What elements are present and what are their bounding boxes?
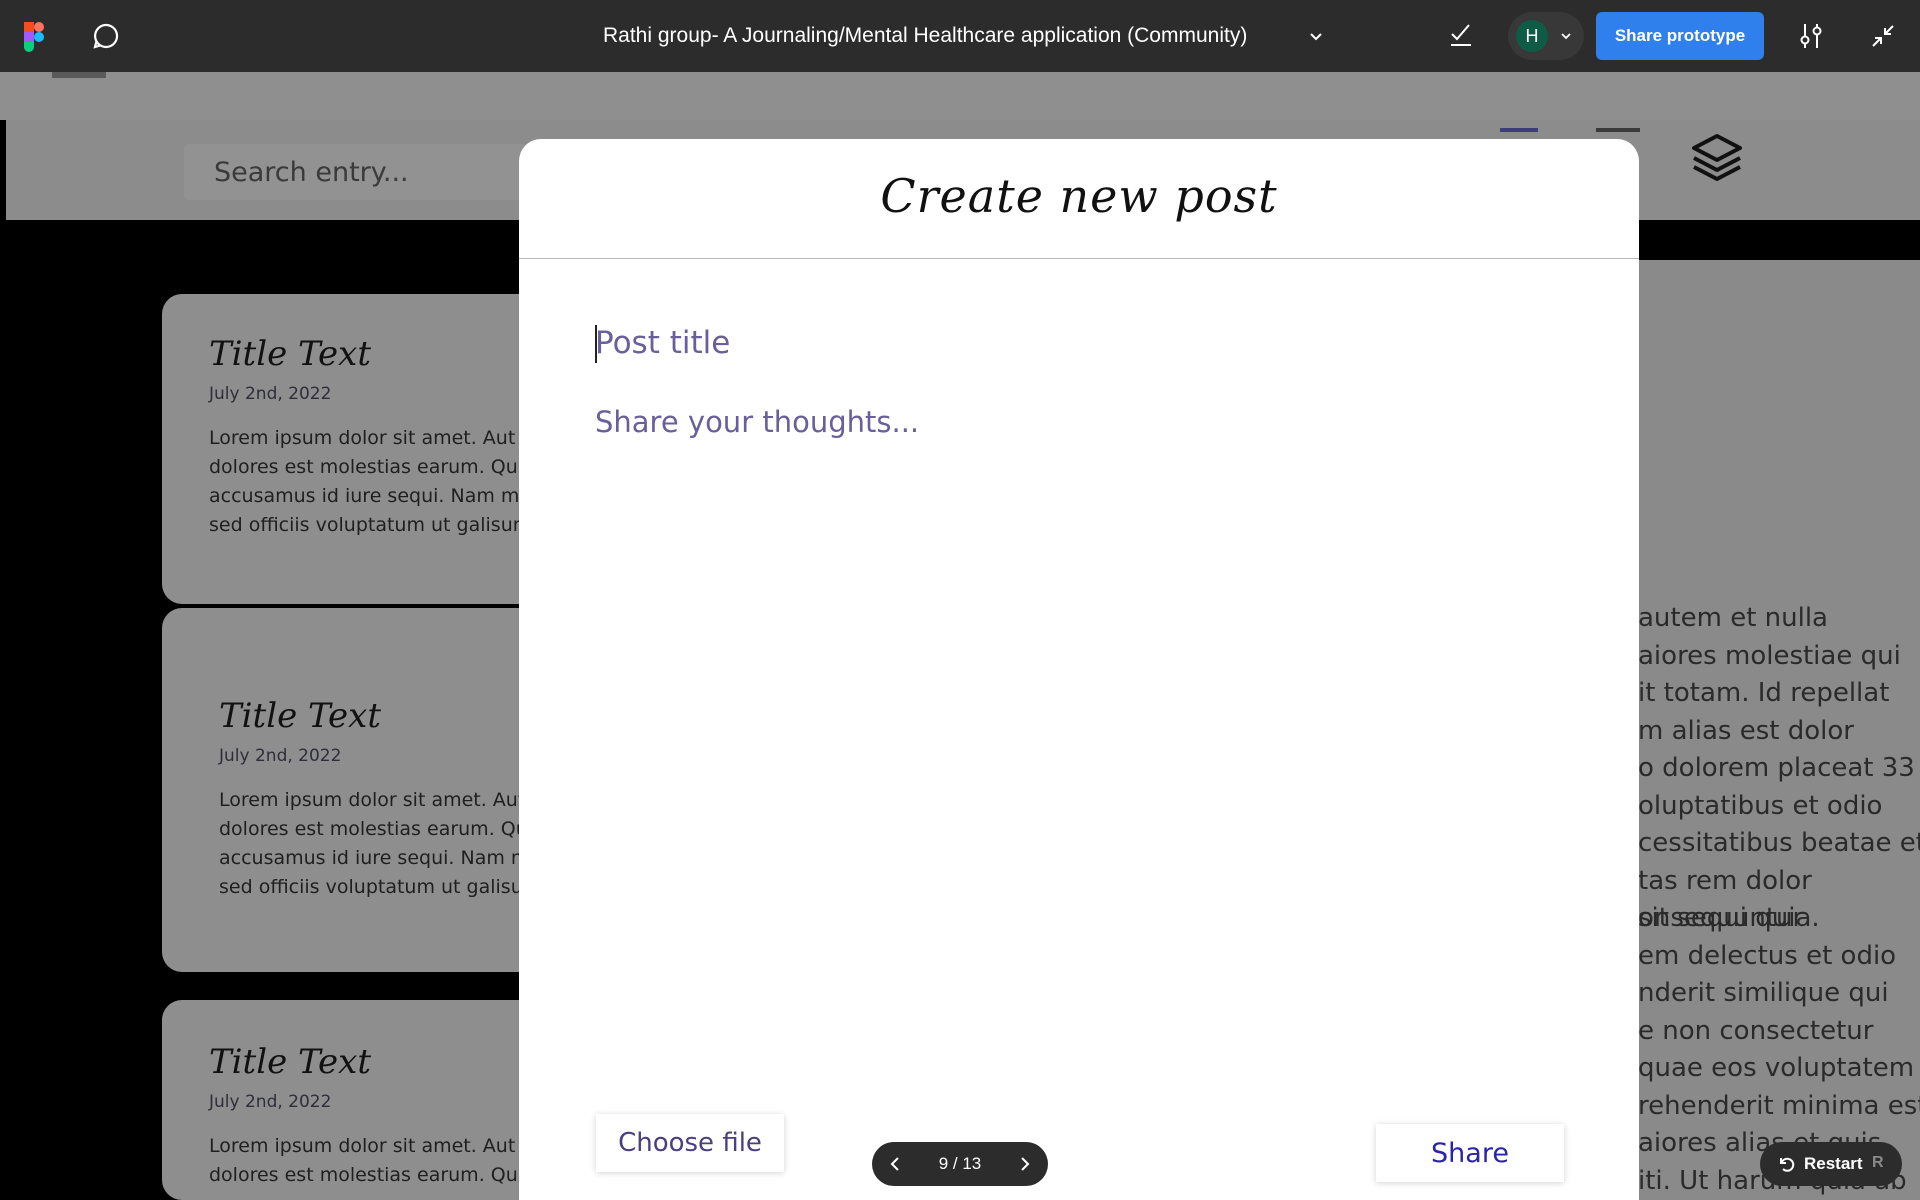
comment-icon[interactable] xyxy=(92,22,120,50)
post-body-textarea[interactable] xyxy=(595,405,1555,1005)
background-text-line: cessitatibus beatae et xyxy=(1638,828,1920,858)
background-text-line: it totam. Id repellat xyxy=(1638,678,1890,708)
background-text-line: quae eos voluptatem xyxy=(1638,1053,1915,1083)
journal-card: Title Text July 2nd, 2022 Lorem ipsum do… xyxy=(162,1000,542,1200)
modal-title: Create new post xyxy=(880,169,1278,223)
post-title-input[interactable] xyxy=(595,321,1295,365)
restart-label: Restart xyxy=(1804,1154,1863,1173)
background-text-line: onsequuntur xyxy=(1638,903,1804,933)
background-text-line: e non consectetur xyxy=(1638,1015,1874,1046)
modal-header: Create new post xyxy=(519,139,1639,259)
background-entry-text: autem et nulla aiores molestiae qui it t… xyxy=(1638,260,1920,1200)
background-header-strip xyxy=(0,72,1920,120)
card-title: Title Text xyxy=(209,1042,372,1082)
background-text-line: aiores molestiae qui xyxy=(1638,640,1901,671)
share-button[interactable]: Share xyxy=(1376,1124,1564,1182)
background-text-line: tas rem dolor xyxy=(1638,865,1812,896)
background-text-line: rehenderit minima est xyxy=(1638,1090,1920,1121)
card-body-line: Lorem ipsum dolor sit amet. Aut par xyxy=(219,789,542,811)
card-title: Title Text xyxy=(209,334,372,374)
collapse-icon[interactable] xyxy=(1867,20,1899,52)
card-body-line: Lorem ipsum dolor sit amet. Aut pari xyxy=(209,1135,542,1157)
card-body: Lorem ipsum dolor sit amet. Aut pari dol… xyxy=(209,1132,542,1190)
background-text-line: nderit similique qui xyxy=(1638,978,1889,1008)
restart-shortcut: R xyxy=(1872,1154,1884,1171)
avatar[interactable]: H xyxy=(1516,20,1548,52)
card-body: Lorem ipsum dolor sit amet. Aut par dolo… xyxy=(219,786,542,902)
prototype-toolbar: Rathi group- A Journaling/Mental Healthc… xyxy=(0,0,1920,72)
background-search-placeholder: Search entry... xyxy=(214,157,409,188)
figma-logo-icon[interactable] xyxy=(24,22,44,52)
chevron-down-icon[interactable] xyxy=(1306,26,1326,46)
create-post-modal: Create new post Choose file Share xyxy=(519,139,1639,1200)
card-body-line: Lorem ipsum dolor sit amet. Aut pari xyxy=(209,427,542,449)
journal-card: Title Text July 2nd, 2022 Lorem ipsum do… xyxy=(162,608,542,972)
card-date: July 2nd, 2022 xyxy=(219,746,342,766)
journal-card: Title Text July 2nd, 2022 Lorem ipsum do… xyxy=(162,294,542,604)
card-body-line: sed officiis voluptatum ut galisum cu xyxy=(219,876,542,898)
card-body: Lorem ipsum dolor sit amet. Aut pari dol… xyxy=(209,424,542,540)
card-date: July 2nd, 2022 xyxy=(209,384,332,404)
text-cursor xyxy=(595,325,597,363)
project-title[interactable]: Rathi group- A Journaling/Mental Healthc… xyxy=(603,24,1247,48)
card-title: Title Text xyxy=(219,696,382,736)
background-paragraph: autem et nulla aiores molestiae qui it t… xyxy=(1638,600,1920,938)
card-body-line: accusamus id iure sequi. Nam maio xyxy=(219,847,542,869)
chevron-right-icon[interactable] xyxy=(1014,1154,1034,1174)
restart-icon xyxy=(1780,1157,1795,1172)
restart-button[interactable]: Restart R xyxy=(1760,1142,1902,1186)
background-text-line: oluptatibus et odio xyxy=(1638,790,1883,821)
background-search-input: Search entry... xyxy=(184,144,544,200)
background-tab-indicator xyxy=(52,72,106,78)
settings-sliders-icon[interactable] xyxy=(1795,20,1827,52)
background-nav-mark xyxy=(1500,128,1538,132)
card-body-line: dolores est molestias earum. Qui qua xyxy=(209,456,542,478)
background-text-line: m alias est dolor xyxy=(1638,715,1854,746)
background-text-line: o dolorem placeat 33 xyxy=(1638,753,1915,783)
card-body-line: accusamus id iure sequi. Nam maiore xyxy=(209,485,542,507)
chevron-down-icon[interactable] xyxy=(1558,28,1574,44)
card-body-line: dolores est molestias earum. Qui qu xyxy=(219,818,542,840)
share-prototype-button[interactable]: Share prototype xyxy=(1596,12,1764,60)
checkmark-icon[interactable] xyxy=(1446,20,1476,50)
choose-file-button[interactable]: Choose file xyxy=(596,1114,784,1172)
user-menu[interactable]: H xyxy=(1508,12,1584,60)
card-date: July 2nd, 2022 xyxy=(209,1092,332,1112)
prototype-pager: 9 / 13 xyxy=(872,1142,1048,1186)
card-body-line: dolores est molestias earum. Qui qua xyxy=(209,1164,542,1186)
background-nav-mark xyxy=(1596,128,1640,132)
card-body-line: sed officiis voluptatum ut galisum cup xyxy=(209,514,542,536)
background-text-line: autem et nulla xyxy=(1638,603,1828,633)
layers-icon xyxy=(1692,134,1742,181)
background-text-line: em delectus et odio xyxy=(1638,940,1897,971)
